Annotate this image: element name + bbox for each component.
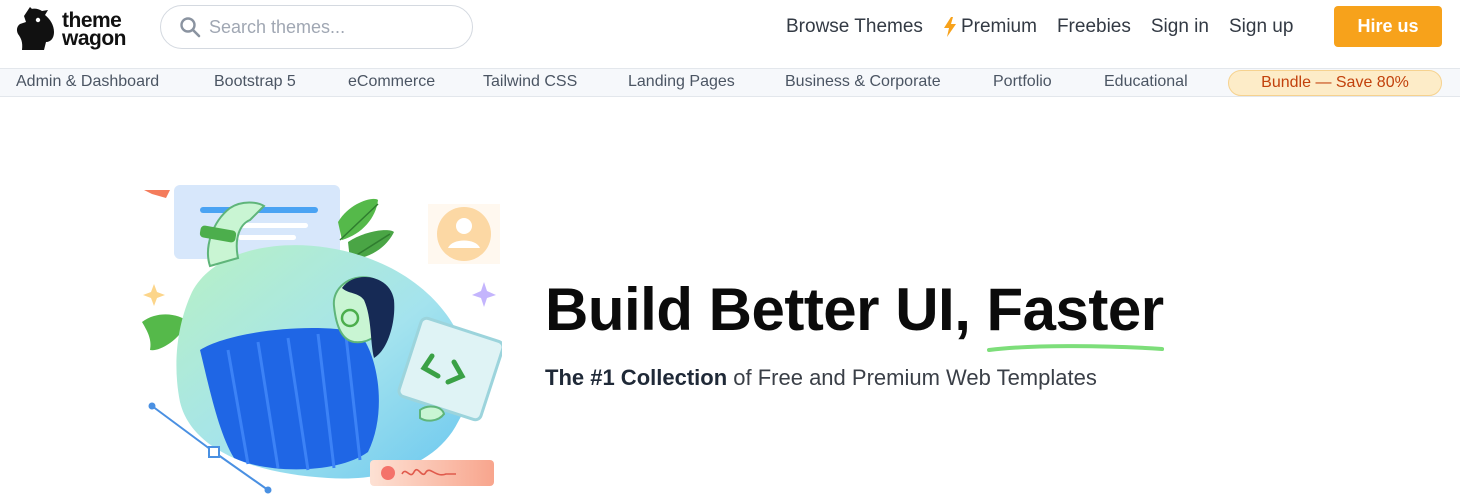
- hero-subheadline-bold: The #1 Collection: [545, 365, 728, 390]
- category-ecommerce[interactable]: eCommerce: [348, 73, 435, 91]
- site-header: theme wagon Browse Themes Premium Freebi…: [0, 0, 1460, 68]
- brush-underline-icon: [986, 344, 1164, 352]
- brand-line-2: wagon: [62, 27, 127, 50]
- brand-wordmark: theme wagon: [62, 10, 127, 50]
- category-landing-pages[interactable]: Landing Pages: [628, 73, 735, 91]
- top-navigation: Browse Themes Premium Freebies Sign in S…: [786, 14, 1313, 40]
- nav-premium[interactable]: Premium: [943, 16, 1037, 38]
- nav-sign-up[interactable]: Sign up: [1229, 16, 1293, 38]
- hero-subheadline-rest: of Free and Premium Web Templates: [727, 365, 1097, 390]
- category-business-corporate[interactable]: Business & Corporate: [785, 73, 941, 91]
- category-educational[interactable]: Educational: [1104, 73, 1188, 91]
- nav-premium-label: Premium: [960, 16, 1037, 37]
- nav-freebies[interactable]: Freebies: [1057, 16, 1131, 38]
- category-admin-dashboard[interactable]: Admin & Dashboard: [16, 73, 159, 91]
- category-portfolio[interactable]: Portfolio: [993, 73, 1052, 91]
- search-input[interactable]: [209, 16, 459, 38]
- bundle-offer-pill[interactable]: Bundle — Save 80%: [1228, 70, 1442, 96]
- search-icon: [180, 17, 201, 38]
- hero-illustration: [138, 182, 505, 494]
- category-tailwind-css[interactable]: Tailwind CSS: [483, 73, 577, 91]
- brand-logo[interactable]: theme wagon: [14, 6, 127, 54]
- horse-head-icon: [16, 7, 55, 50]
- hero-headline-accent: Faster: [986, 272, 1165, 352]
- hero-headline: Build Better UI, Faster: [545, 272, 1165, 352]
- hire-us-button[interactable]: Hire us: [1334, 6, 1442, 47]
- hero-headline-accent-text: Faster: [986, 276, 1165, 343]
- lightning-bolt-icon: [943, 17, 956, 37]
- nav-sign-in[interactable]: Sign in: [1151, 16, 1209, 38]
- category-bar: Admin & Dashboard Bootstrap 5 eCommerce …: [0, 68, 1460, 97]
- search-box[interactable]: [160, 5, 473, 49]
- nav-browse-themes[interactable]: Browse Themes: [786, 16, 923, 38]
- developer-illustration-icon: [142, 185, 505, 494]
- category-bootstrap-5[interactable]: Bootstrap 5: [214, 73, 296, 91]
- hero-subheadline: The #1 Collection of Free and Premium We…: [545, 365, 1097, 391]
- hero-headline-start: Build Better UI,: [545, 276, 987, 343]
